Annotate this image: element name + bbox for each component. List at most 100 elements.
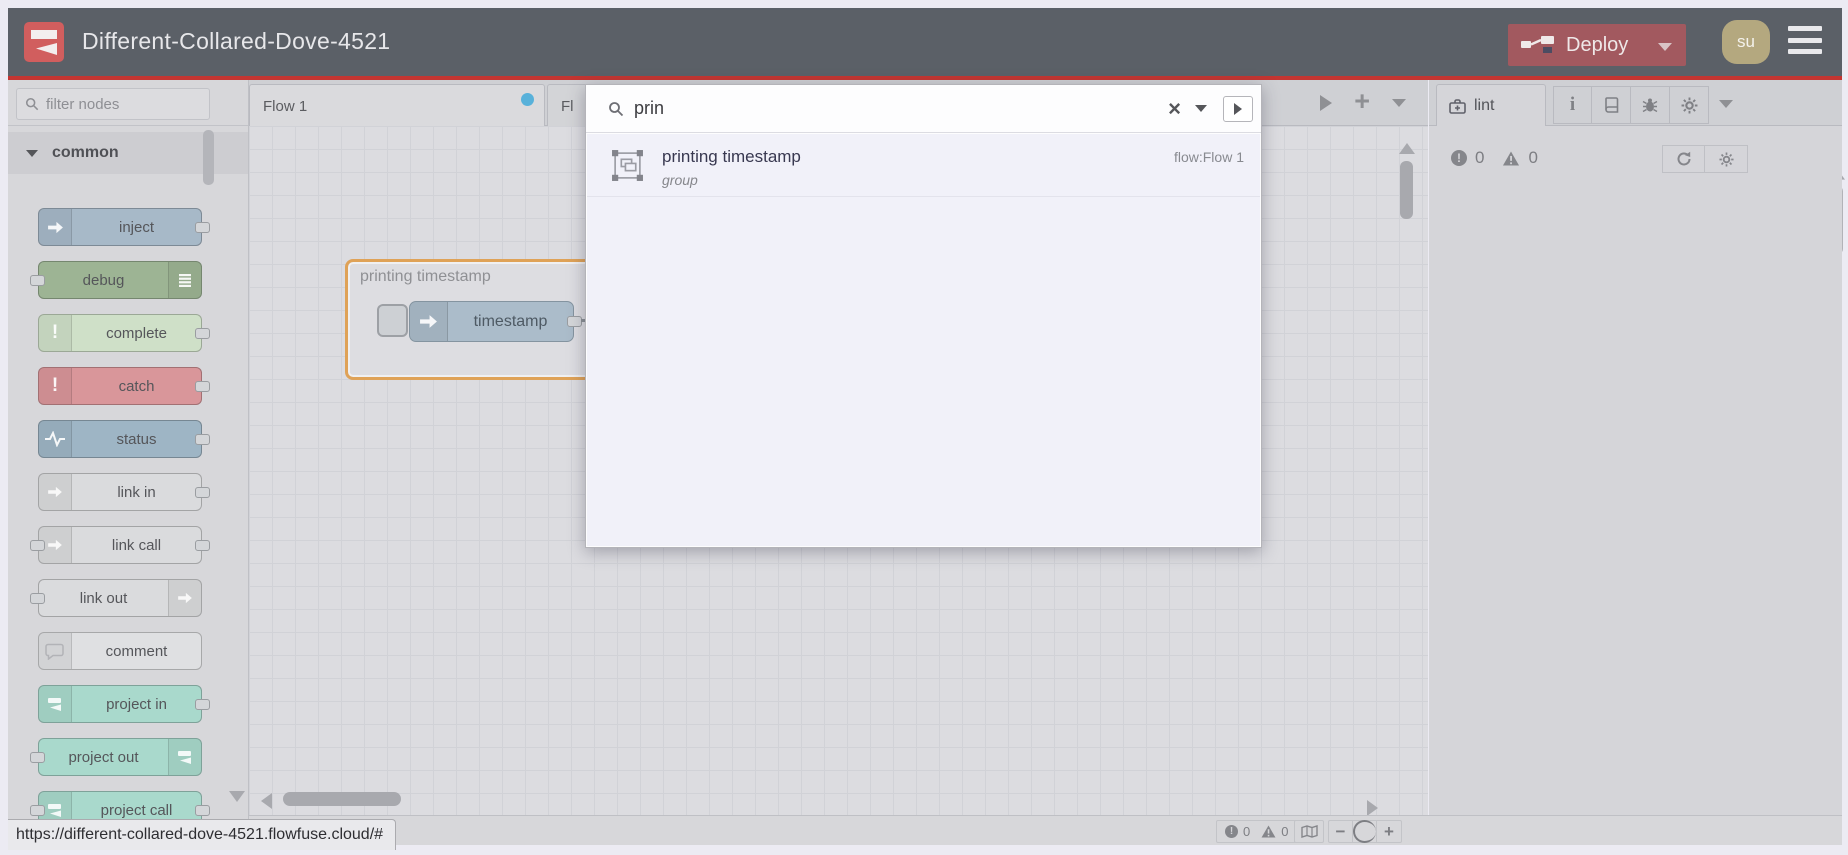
deploy-label: Deploy [1566, 33, 1629, 56]
result-type: group [662, 172, 698, 188]
deploy-button[interactable]: Deploy [1508, 24, 1686, 66]
node-input-port [30, 805, 45, 816]
list-flows-icon[interactable] [1392, 99, 1406, 107]
exclamation-icon: ! [39, 368, 72, 404]
node-output-port [195, 805, 210, 816]
palette-node-debug[interactable]: debug [30, 261, 202, 299]
deploy-options-caret-icon[interactable] [1658, 43, 1672, 51]
palette-node-project-out[interactable]: project out [30, 738, 202, 776]
clear-search-icon[interactable]: × [1168, 97, 1181, 120]
zoom-in-button[interactable]: + [1377, 820, 1401, 843]
node-timestamp[interactable]: timestamp [409, 301, 582, 342]
node-output-port [195, 487, 210, 498]
result-flow-location: flow:Flow 1 [1173, 149, 1244, 165]
config-tab-button[interactable] [1670, 86, 1709, 124]
palette-node-label: link out [79, 589, 128, 607]
browser-link-preview: https://different-collared-dove-4521.flo… [8, 819, 397, 850]
node-input-port [30, 275, 45, 286]
palette-node-comment[interactable]: comment [38, 632, 202, 670]
group-label: printing timestamp [360, 268, 491, 285]
map-icon [1300, 825, 1318, 838]
node-input-port [30, 752, 45, 763]
node-red-editor: Different-Collared-Dove-4521 Deploy su f… [0, 0, 1848, 855]
node-label: timestamp [473, 312, 548, 330]
palette-scroll-down-icon[interactable] [229, 791, 245, 802]
link-url: https://different-collared-dove-4521.flo… [16, 826, 384, 843]
tab-lint[interactable]: lint [1436, 84, 1546, 127]
book-icon [1604, 97, 1618, 113]
refresh-icon [1677, 151, 1690, 166]
exclamation-icon: ! [39, 315, 72, 351]
canvas-scroll-left-icon[interactable] [261, 793, 272, 809]
search-dialog: × printing timestamp group flo [585, 84, 1262, 548]
palette-node-inject[interactable]: inject [38, 208, 210, 246]
link-arrow-icon [168, 580, 201, 616]
warning-triangle-icon [1261, 825, 1276, 838]
lint-sidebar-panel: ! 0 0 [1429, 126, 1842, 845]
palette-node-label: link in [117, 483, 156, 501]
hamburger-icon [1788, 49, 1822, 54]
node-output-port[interactable] [567, 316, 582, 327]
flowfuse-logo-icon [24, 22, 64, 62]
node-output-port [195, 699, 210, 710]
chevron-down-icon [26, 149, 38, 157]
tabbar-toolbar: + [1320, 80, 1406, 126]
deploy-icon [1521, 36, 1554, 53]
minimap-toggle-button[interactable] [1294, 820, 1324, 843]
palette-node-status[interactable]: status [38, 420, 210, 458]
user-avatar[interactable]: su [1722, 20, 1770, 64]
scroll-tabs-right-icon[interactable] [1320, 95, 1333, 111]
search-results-list: printing timestamp group flow:Flow 1 [587, 134, 1260, 546]
node-input-port [30, 540, 45, 551]
error-count-icon: ! [1225, 825, 1238, 838]
lint-refresh-button[interactable] [1662, 145, 1705, 173]
palette-scrollbar-thumb[interactable] [203, 130, 214, 185]
warning-count: 0 [1528, 148, 1538, 167]
lint-actions [1662, 145, 1748, 173]
tab-flow-1[interactable]: Flow 1 [249, 84, 545, 127]
palette-node-link-in[interactable]: link in [38, 473, 210, 511]
palette-node-label: debug [82, 271, 125, 289]
footer-error-count: 0 [1243, 824, 1251, 839]
add-flow-button[interactable]: + [1354, 88, 1370, 115]
sidebar-toolbar: i [1553, 86, 1709, 124]
search-input-row: × [586, 85, 1261, 133]
canvas-scroll-up-icon[interactable] [1399, 143, 1415, 154]
lint-settings-button[interactable] [1705, 145, 1748, 173]
debug-tab-button[interactable] [1631, 86, 1670, 124]
canvas-scroll-right-icon[interactable] [1367, 800, 1378, 816]
palette-node-label: complete [106, 324, 167, 342]
palette-node-catch[interactable]: ! catch [38, 367, 210, 405]
palette-node-label: comment [105, 642, 168, 660]
project-logo-icon [39, 686, 72, 722]
zoom-reset-button[interactable] [1353, 820, 1377, 843]
palette-node-link-call[interactable]: link call [30, 526, 210, 564]
node-output-port [195, 328, 210, 339]
zoom-controls: − + [1328, 820, 1402, 843]
unsaved-changes-dot [521, 93, 534, 106]
search-result-item[interactable]: printing timestamp group flow:Flow 1 [587, 134, 1260, 197]
footer-counts-button[interactable]: ! 0 0 [1216, 820, 1304, 843]
info-tab-button[interactable]: i [1553, 86, 1592, 124]
inject-trigger-button[interactable] [377, 304, 408, 337]
search-input[interactable] [634, 98, 1169, 119]
palette-node-link-out[interactable]: link out [30, 579, 202, 617]
hamburger-icon [1788, 26, 1822, 31]
sidebar-more-tabs-icon[interactable] [1719, 100, 1733, 108]
help-tab-button[interactable] [1592, 86, 1631, 124]
inject-arrow-icon [39, 209, 72, 245]
canvas-hscrollbar-thumb[interactable] [283, 792, 401, 806]
palette-filter-placeholder: filter nodes [46, 95, 120, 113]
main-menu-button[interactable] [1788, 22, 1822, 58]
canvas-vscrollbar-thumb[interactable] [1400, 161, 1413, 219]
debug-list-icon [168, 262, 201, 298]
instance-title: Different-Collared-Dove-4521 [82, 28, 391, 54]
palette-node-project-in[interactable]: project in [38, 685, 210, 723]
search-options-caret-icon[interactable] [1195, 105, 1207, 112]
palette-node-complete[interactable]: ! complete [38, 314, 210, 352]
node-output-port [195, 540, 210, 551]
search-expand-button[interactable] [1223, 95, 1253, 122]
zoom-out-button[interactable]: − [1329, 820, 1353, 843]
palette-filter-input[interactable]: filter nodes [16, 88, 210, 120]
palette-node-label: inject [118, 218, 155, 236]
